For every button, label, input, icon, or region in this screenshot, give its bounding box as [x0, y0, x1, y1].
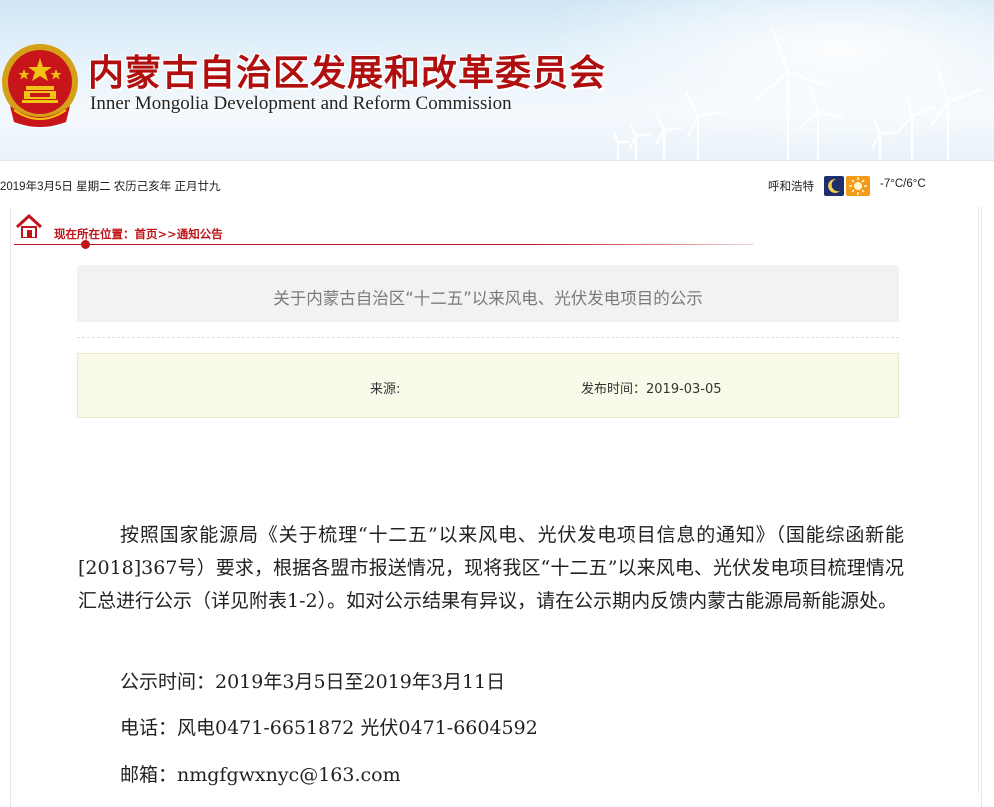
article-meta: 来源: 发布时间：2019-03-05 — [77, 353, 899, 418]
breadcrumb-dot — [81, 240, 90, 249]
moon-icon — [824, 176, 844, 196]
article-source: 来源: — [370, 382, 401, 397]
panel-edge — [978, 207, 979, 791]
current-date: 2019年3月5日 星期二 农历己亥年 正月廿九 — [0, 181, 221, 193]
article-paragraph: 按照国家能源局《关于梳理“十二五”以来风电、光伏发电项目信息的通知》（国能综函新… — [78, 524, 904, 612]
home-icon — [15, 214, 43, 238]
sun-icon — [846, 176, 870, 196]
divider — [77, 337, 899, 338]
header-banner: 内蒙古自治区发展和改革委员会 Inner Mongolia Developmen… — [0, 0, 994, 160]
site-title-en: Inner Mongolia Development and Reform Co… — [90, 93, 512, 114]
breadcrumb[interactable]: 现在所在位置：首页>>通知公告 — [54, 226, 223, 242]
contact-phone: 电话：风电0471-6651872 光伏0471-6604592 — [120, 717, 538, 739]
weather-temperature: -7°C/6°C — [880, 178, 926, 190]
article-body: 按照国家能源局《关于梳理“十二五”以来风电、光伏发电项目信息的通知》（国能综函新… — [78, 519, 904, 618]
site-title-cn: 内蒙古自治区发展和改革委员会 — [88, 52, 607, 94]
article-title-box: 关于内蒙古自治区“十二五”以来风电、光伏发电项目的公示 — [77, 265, 899, 322]
notice-period: 公示时间：2019年3月5日至2019年3月11日 — [120, 671, 506, 693]
breadcrumb-underline — [14, 244, 754, 245]
article-title: 关于内蒙古自治区“十二五”以来风电、光伏发电项目的公示 — [273, 289, 703, 308]
contact-email[interactable]: 邮箱：nmgfgwxnyc@163.com — [120, 760, 401, 787]
wind-turbines-decoration — [612, 26, 982, 160]
national-emblem-icon — [2, 44, 78, 127]
weather-city: 呼和浩特 — [768, 181, 814, 193]
article-publish-date: 发布时间：2019-03-05 — [581, 382, 722, 397]
